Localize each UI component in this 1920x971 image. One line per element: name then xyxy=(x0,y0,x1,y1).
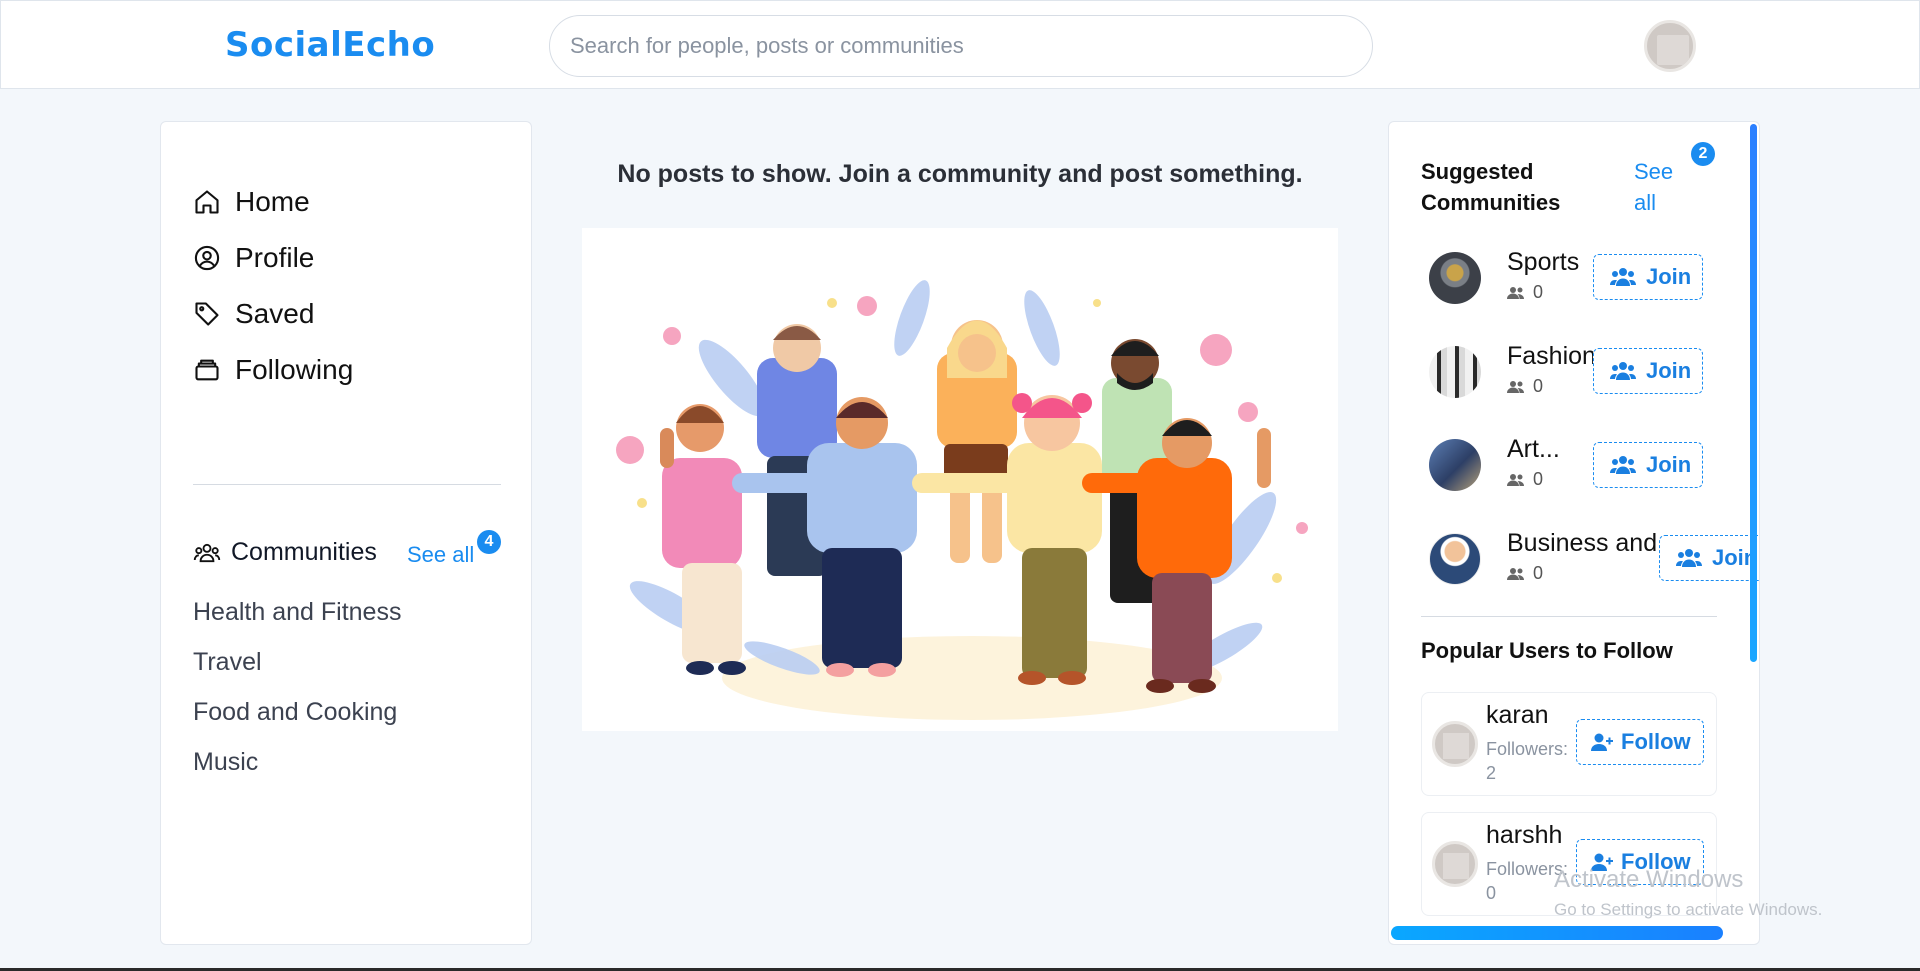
user-circle-icon xyxy=(194,245,220,271)
community-name: Fashion xyxy=(1507,342,1596,370)
community-avatar xyxy=(1429,346,1481,398)
community-members: 0 xyxy=(1507,469,1543,490)
community-item[interactable]: Music xyxy=(193,748,401,798)
home-icon xyxy=(195,190,219,214)
nav-following[interactable]: Following xyxy=(193,354,353,386)
community-avatar xyxy=(1429,533,1481,585)
communities-list: Health and Fitness Travel Food and Cooki… xyxy=(193,598,401,798)
communities-see-all-link[interactable]: See all xyxy=(407,542,474,568)
watermark-title: Activate Windows xyxy=(1554,866,1744,893)
followers-count: 0 xyxy=(1486,883,1497,903)
community-member-count: 0 xyxy=(1533,563,1544,583)
suggested-see-all-link[interactable]: See all xyxy=(1634,156,1684,218)
join-button[interactable]: Join xyxy=(1593,254,1703,300)
nav-saved[interactable]: Saved xyxy=(193,298,314,330)
suggested-communities-title: Suggested Communities xyxy=(1421,159,1561,215)
community-name: Sports xyxy=(1507,248,1580,276)
top-header: SocialEcho xyxy=(0,0,1920,89)
right-divider xyxy=(1421,616,1717,617)
community-illustration xyxy=(582,228,1338,731)
follow-button[interactable]: Follow xyxy=(1576,719,1704,765)
user-card: karan Followers: 2 Follow xyxy=(1421,692,1717,796)
avatar[interactable] xyxy=(1432,721,1478,767)
communities-heading: Communities xyxy=(193,538,377,567)
inbox-icon xyxy=(195,359,219,381)
community-item[interactable]: Food and Cooking xyxy=(193,698,401,748)
community-members: 0 xyxy=(1507,282,1543,303)
join-label: Join xyxy=(1646,452,1692,477)
followers-label: Followers: xyxy=(1486,739,1569,759)
community-avatar xyxy=(1429,439,1481,491)
left-sidebar: Home Profile Saved Following Communities… xyxy=(160,121,532,945)
join-button[interactable]: Join xyxy=(1593,348,1703,394)
community-item[interactable]: Health and Fitness xyxy=(193,598,401,648)
members-icon xyxy=(1507,473,1524,486)
avatar[interactable] xyxy=(1432,841,1478,887)
communities-title: Communities xyxy=(231,538,377,566)
search-input[interactable] xyxy=(549,15,1373,77)
members-icon xyxy=(1507,380,1524,393)
user-followers: Followers: 2 xyxy=(1486,737,1576,785)
join-group-icon xyxy=(1610,456,1636,474)
communities-count-badge: 4 xyxy=(477,530,501,554)
communities-icon xyxy=(193,543,221,562)
user-name[interactable]: karan xyxy=(1486,701,1549,730)
nav-following-label: Following xyxy=(235,354,354,385)
join-button[interactable]: Join xyxy=(1659,535,1759,581)
popular-users-title: Popular Users to Follow xyxy=(1421,638,1673,663)
join-label: Join xyxy=(1646,264,1692,289)
user-name[interactable]: harshh xyxy=(1486,821,1562,850)
join-label: Join xyxy=(1646,358,1692,383)
join-group-icon xyxy=(1610,362,1636,380)
user-plus-icon xyxy=(1591,733,1613,751)
community-member-count: 0 xyxy=(1533,469,1544,489)
community-name: Art... xyxy=(1507,435,1560,463)
nav-home[interactable]: Home xyxy=(193,186,310,218)
watermark-subtitle: Go to Settings to activate Windows. xyxy=(1554,900,1823,919)
join-button[interactable]: Join xyxy=(1593,442,1703,488)
app-logo[interactable]: SocialEcho xyxy=(225,25,435,65)
community-member-count: 0 xyxy=(1533,376,1544,396)
community-members: 0 xyxy=(1507,376,1543,397)
follow-label: Follow xyxy=(1621,729,1691,754)
windows-activation-watermark: Activate Windows Go to Settings to activ… xyxy=(1554,866,1822,920)
community-name: Business and... xyxy=(1507,529,1678,557)
join-group-icon xyxy=(1610,268,1636,286)
community-member-count: 0 xyxy=(1533,282,1544,302)
right-sidebar: Suggested Communities See all 2 Sports 0… xyxy=(1388,121,1760,945)
right-sidebar-horizontal-scrollbar[interactable] xyxy=(1391,926,1723,940)
tag-icon xyxy=(195,302,219,326)
followers-count: 2 xyxy=(1486,763,1497,783)
members-icon xyxy=(1507,567,1524,580)
community-members: 0 xyxy=(1507,563,1543,584)
community-avatar xyxy=(1429,252,1481,304)
sidebar-divider xyxy=(193,484,501,485)
nav-home-label: Home xyxy=(235,186,310,217)
empty-feed-message: No posts to show. Join a community and p… xyxy=(617,160,1303,188)
user-avatar[interactable] xyxy=(1644,20,1696,72)
join-group-icon xyxy=(1676,549,1702,567)
nav-profile[interactable]: Profile xyxy=(193,242,314,274)
nav-saved-label: Saved xyxy=(235,298,315,329)
nav-profile-label: Profile xyxy=(235,242,315,273)
community-item[interactable]: Travel xyxy=(193,648,401,698)
members-icon xyxy=(1507,286,1524,299)
suggested-count-badge: 2 xyxy=(1691,142,1715,166)
right-sidebar-vertical-scrollbar[interactable] xyxy=(1750,124,1757,662)
